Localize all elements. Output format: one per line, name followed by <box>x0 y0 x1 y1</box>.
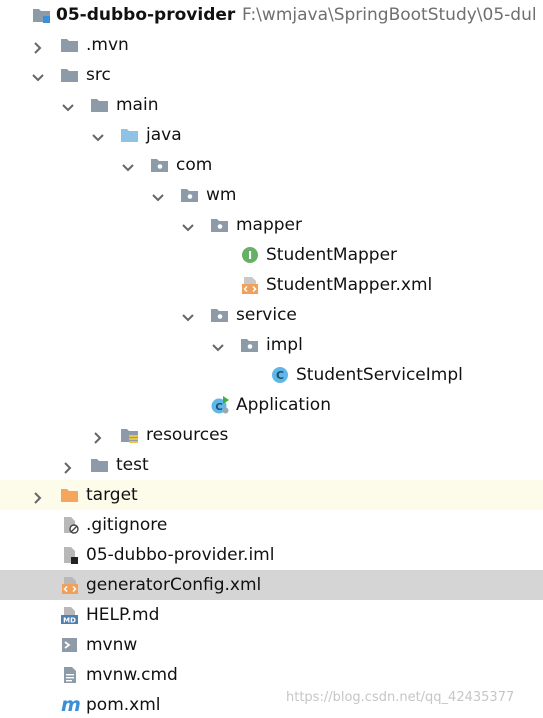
chevron-right-icon[interactable] <box>92 429 104 444</box>
tree-row-student-mapper-xml[interactable]: StudentMapper.xml <box>0 270 543 300</box>
tree-label: main <box>116 95 159 115</box>
tree-label: pom.xml <box>86 695 161 715</box>
module-folder-icon <box>32 6 52 24</box>
xml-file-icon <box>240 276 260 294</box>
tree-row-src[interactable]: src <box>0 60 543 90</box>
chevron-right-icon[interactable] <box>32 489 44 504</box>
chevron-down-icon[interactable] <box>182 219 194 232</box>
tree-label: test <box>116 455 149 475</box>
source-folder-icon <box>120 126 140 144</box>
ignore-file-icon <box>60 516 80 534</box>
tree-label: StudentServiceImpl <box>296 365 463 385</box>
tree-label: 05-dubbo-provider.iml <box>86 545 275 565</box>
resources-folder-icon <box>120 426 140 444</box>
package-icon <box>150 156 170 174</box>
tree-label: wm <box>206 185 237 205</box>
tree-row-test[interactable]: test <box>0 450 543 480</box>
tree-row-mvnw[interactable]: mvnw <box>0 630 543 660</box>
project-tree: 05-dubbo-provider F:\wmjava\SpringBootSt… <box>0 0 543 718</box>
project-name: 05-dubbo-provider <box>56 5 236 25</box>
tree-label: resources <box>146 425 229 445</box>
tree-row-mvnw-cmd[interactable]: mvnw.cmd <box>0 660 543 690</box>
chevron-down-icon[interactable] <box>122 159 134 172</box>
maven-icon-letter: m <box>61 696 81 714</box>
tree-row-mvn[interactable]: .mvn <box>0 30 543 60</box>
chevron-down-icon[interactable] <box>62 99 74 112</box>
tree-label: java <box>146 125 182 145</box>
tree-label: impl <box>266 335 303 355</box>
chevron-right-icon[interactable] <box>62 459 74 474</box>
tree-row-service[interactable]: service <box>0 300 543 330</box>
tree-label: StudentMapper <box>266 245 398 265</box>
class-icon-letter: C <box>276 369 284 382</box>
markdown-icon-letters: MD <box>63 617 76 625</box>
class-icon: C <box>270 366 290 384</box>
tree-row-generator-config[interactable]: generatorConfig.xml <box>0 570 543 600</box>
folder-icon <box>90 456 110 474</box>
package-icon <box>180 186 200 204</box>
folder-icon <box>60 66 80 84</box>
tree-label: generatorConfig.xml <box>86 575 262 595</box>
tree-row-student-mapper[interactable]: I StudentMapper <box>0 240 543 270</box>
module-file-icon <box>60 546 80 564</box>
shell-script-icon <box>60 636 80 654</box>
tree-row-mapper[interactable]: mapper <box>0 210 543 240</box>
project-path: F:\wmjava\SpringBootStudy\05-dul <box>242 5 537 25</box>
tree-row-com[interactable]: com <box>0 150 543 180</box>
excluded-folder-icon <box>60 486 80 504</box>
tree-label: HELP.md <box>86 605 160 625</box>
package-icon <box>240 336 260 354</box>
tree-label: mvnw.cmd <box>86 665 178 685</box>
tree-row-iml[interactable]: 05-dubbo-provider.iml <box>0 540 543 570</box>
tree-row-help-md[interactable]: MD HELP.md <box>0 600 543 630</box>
tree-label: mvnw <box>86 635 138 655</box>
package-icon <box>210 216 230 234</box>
tree-row-student-service-impl[interactable]: C StudentServiceImpl <box>0 360 543 390</box>
tree-label: mapper <box>236 215 303 235</box>
tree-row-project-root[interactable]: 05-dubbo-provider F:\wmjava\SpringBootSt… <box>0 0 543 30</box>
tree-row-resources[interactable]: resources <box>0 420 543 450</box>
chevron-right-icon[interactable] <box>32 39 44 54</box>
tree-label: src <box>86 65 111 85</box>
markdown-file-icon: MD <box>60 606 80 625</box>
maven-icon: m <box>60 694 81 716</box>
tree-row-gitignore[interactable]: .gitignore <box>0 510 543 540</box>
tree-label: Application <box>236 395 331 415</box>
folder-icon <box>90 96 110 114</box>
chevron-down-icon[interactable] <box>92 129 104 142</box>
tree-label: .gitignore <box>86 515 168 535</box>
interface-icon: I <box>240 246 260 264</box>
tree-label: service <box>236 305 297 325</box>
folder-icon <box>60 36 80 54</box>
tree-label: target <box>86 485 138 505</box>
watermark: https://blog.csdn.net/qq_42435377 <box>286 690 515 705</box>
tree-label: StudentMapper.xml <box>266 275 433 295</box>
xml-file-icon <box>60 576 80 594</box>
package-icon <box>210 306 230 324</box>
chevron-down-icon[interactable] <box>212 339 224 352</box>
tree-row-impl[interactable]: impl <box>0 330 543 360</box>
tree-label: com <box>176 155 213 175</box>
chevron-down-icon[interactable] <box>182 309 194 322</box>
class-icon-letter: C <box>215 402 222 413</box>
tree-row-target[interactable]: target <box>0 480 543 510</box>
tree-row-wm[interactable]: wm <box>0 180 543 210</box>
chevron-down-icon[interactable] <box>152 189 164 202</box>
tree-row-java[interactable]: java <box>0 120 543 150</box>
tree-label: .mvn <box>86 35 129 55</box>
chevron-down-icon[interactable] <box>32 69 44 82</box>
tree-row-main[interactable]: main <box>0 90 543 120</box>
text-file-icon <box>60 666 80 684</box>
interface-icon-letter: I <box>248 249 252 262</box>
tree-row-application[interactable]: C Application <box>0 390 543 420</box>
spring-boot-class-icon: C <box>210 396 230 414</box>
